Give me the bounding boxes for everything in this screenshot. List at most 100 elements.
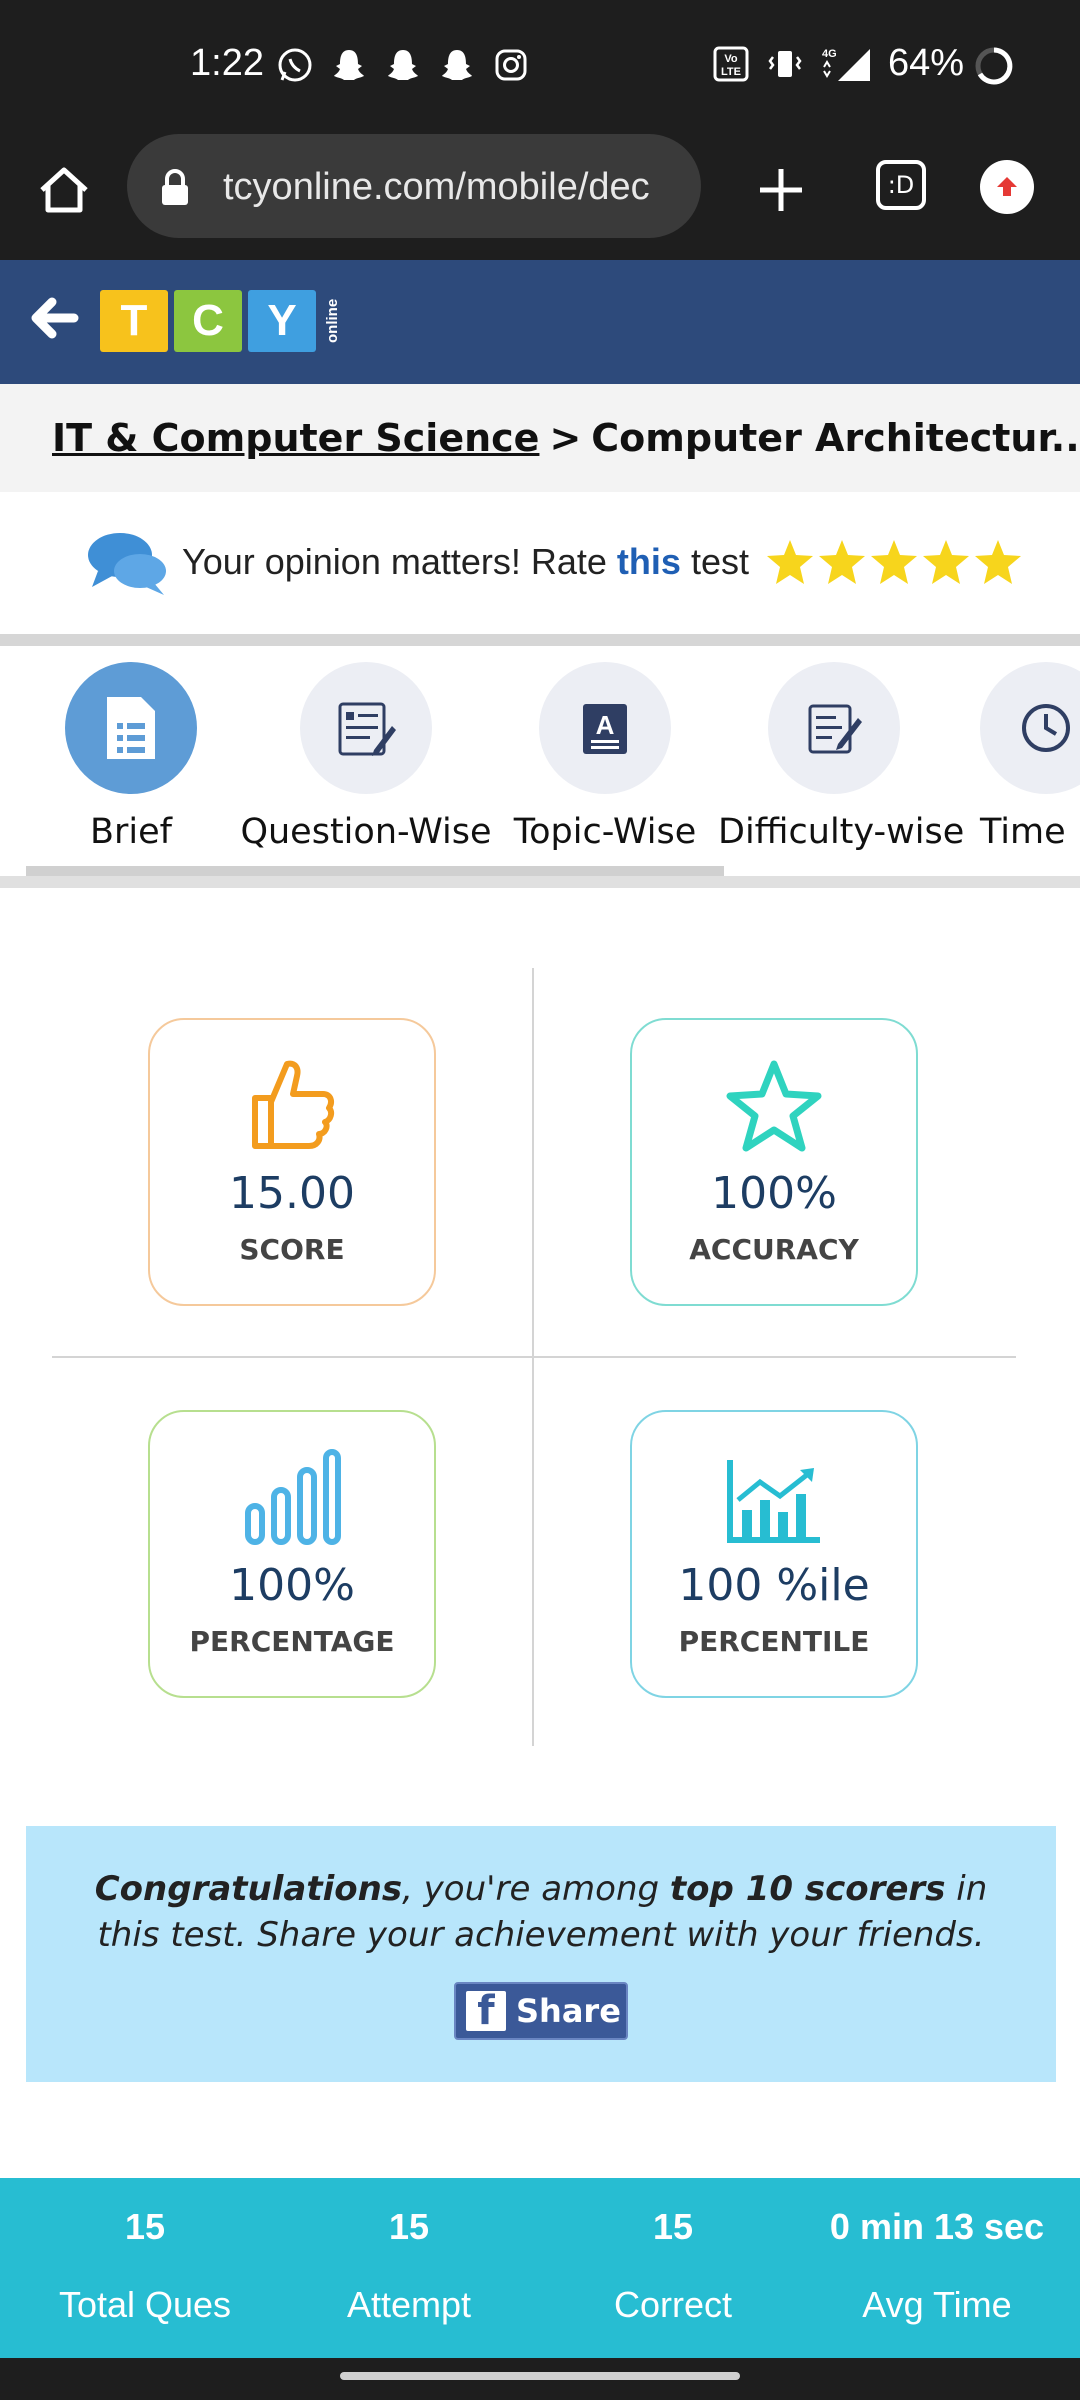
document-icon	[107, 697, 155, 759]
logo-tile-c: C	[174, 290, 242, 352]
status-bar: 1:22 Vo LTE 4G 64%	[0, 0, 1080, 130]
snapchat-icon	[383, 45, 423, 85]
correct-stat: 15 Correct	[538, 2206, 808, 2326]
growth-chart-icon	[727, 1460, 820, 1543]
tab-label: Question-Wise	[240, 812, 492, 852]
congrats-mid: , you're among	[402, 1869, 670, 1909]
tab-difficulty-wise[interactable]: Difficulty-wise	[718, 662, 965, 852]
tab-label: Brief	[90, 812, 172, 852]
breadcrumb-parent-link[interactable]: IT & Computer Science	[52, 416, 539, 460]
home-gesture-handle[interactable]	[340, 2372, 740, 2380]
tab-topic-wise-circle: A	[539, 662, 671, 794]
facebook-icon: f	[466, 1991, 506, 2031]
tab-label: Topic-Wise	[513, 812, 697, 852]
edit-doc-icon	[808, 704, 862, 754]
rating-stars[interactable]	[765, 538, 1023, 586]
thumbs-up-icon	[252, 1060, 335, 1149]
percentile-value: 100 %ile	[678, 1560, 870, 1611]
avg-time-stat: 0 min 13 sec Avg Time	[802, 2206, 1072, 2326]
checklist-icon	[338, 702, 396, 756]
system-nav-bar	[0, 2358, 1080, 2400]
breadcrumb-separator: >	[549, 416, 582, 460]
stat-number: 15	[124, 2206, 166, 2247]
logo-suffix: online	[324, 298, 341, 344]
svg-text:A: A	[596, 710, 615, 740]
stat-number: 15	[652, 2206, 694, 2247]
notification-icons	[275, 45, 531, 85]
battery-icon	[974, 46, 1014, 86]
star-icon[interactable]	[817, 538, 867, 586]
accuracy-caption: ACCURACY	[689, 1233, 859, 1266]
score-caption: SCORE	[239, 1233, 345, 1266]
grid-divider-horizontal	[52, 1356, 1016, 1358]
stat-label: Attempt	[346, 2284, 472, 2325]
address-bar[interactable]: tcyonline.com/mobile/dec	[127, 134, 701, 238]
tab-topic-wise[interactable]: A Topic-Wise	[510, 662, 700, 852]
facebook-share-button[interactable]: f Share	[454, 1982, 628, 2040]
tab-time-circle	[980, 662, 1080, 794]
back-arrow-icon[interactable]	[26, 290, 82, 346]
percentage-card: 100% PERCENTAGE	[148, 1410, 436, 1698]
chat-bubbles-icon	[84, 527, 170, 597]
tab-scrollbar[interactable]	[26, 866, 724, 876]
percentage-value: 100%	[229, 1560, 355, 1611]
tab-switcher-button[interactable]: :D	[876, 160, 926, 210]
share-label: Share	[516, 1992, 621, 2030]
percentile-card: 100 %ile PERCENTILE	[630, 1410, 918, 1698]
logo-tile-t: T	[100, 290, 168, 352]
stat-number: 0 min 13 sec	[829, 2206, 1045, 2247]
total-questions-stat: 15 Total Ques	[10, 2206, 280, 2326]
browser-menu-button[interactable]	[980, 160, 1034, 214]
browser-toolbar: tcyonline.com/mobile/dec :D	[0, 130, 1080, 260]
score-card: 15.00 SCORE	[148, 1018, 436, 1306]
svg-text:LTE: LTE	[721, 66, 741, 78]
system-icons: Vo LTE 4G	[712, 45, 872, 83]
whatsapp-icon	[275, 45, 315, 85]
star-icon[interactable]	[765, 538, 815, 586]
stat-label: Avg Time	[862, 2284, 1012, 2325]
accuracy-value: 100%	[711, 1168, 837, 1219]
snapchat-icon	[329, 45, 369, 85]
url-text: tcyonline.com/mobile/dec	[223, 166, 650, 208]
svg-text:Vo: Vo	[724, 53, 738, 65]
stat-label: Total Ques	[58, 2284, 232, 2325]
instagram-icon	[491, 45, 531, 85]
bar-chart-icon	[245, 1449, 341, 1545]
signal-4g-icon: 4G	[820, 45, 872, 83]
congrats-highlight: top 10 scorers	[669, 1869, 946, 1909]
stat-number: 15	[388, 2206, 430, 2247]
tab-brief[interactable]: Brief	[64, 662, 198, 852]
star-outline-icon	[726, 1060, 822, 1152]
congrats-lead: Congratulations	[94, 1869, 403, 1909]
section-divider	[0, 634, 1080, 646]
home-icon[interactable]	[34, 160, 94, 220]
svg-text:4G: 4G	[822, 48, 837, 60]
clock-icon	[1022, 704, 1070, 752]
tab-label: Time	[980, 812, 1066, 852]
congrats-banner: Congratulations, you're among top 10 sco…	[26, 1826, 1056, 2082]
tcy-logo[interactable]: T C Y online	[100, 290, 341, 352]
opinion-text: Your opinion matters! Rate	[182, 541, 607, 582]
accuracy-card: 100% ACCURACY	[630, 1018, 918, 1306]
tab-question-wise-circle	[300, 662, 432, 794]
tab-brief-circle	[65, 662, 197, 794]
star-icon[interactable]	[973, 538, 1023, 586]
tab-label: Difficulty-wise	[718, 812, 965, 852]
percentile-caption: PERCENTILE	[678, 1625, 870, 1658]
vibrate-icon	[766, 45, 804, 83]
star-icon[interactable]	[921, 538, 971, 586]
score-value: 15.00	[229, 1168, 355, 1219]
section-divider	[0, 876, 1080, 888]
rate-test-banner: Your opinion matters! Rate this test	[0, 492, 1080, 632]
tab-question-wise[interactable]: Question-Wise	[236, 662, 496, 852]
tab-time[interactable]: Time	[980, 662, 1080, 852]
battery-percent: 64%	[888, 42, 965, 84]
rate-this-link[interactable]: this	[617, 541, 681, 583]
new-tab-icon[interactable]	[754, 163, 808, 217]
volte-icon: Vo LTE	[712, 45, 750, 83]
tab-difficulty-wise-circle	[768, 662, 900, 794]
snapchat-icon	[437, 45, 477, 85]
status-time: 1:22	[190, 42, 264, 84]
star-icon[interactable]	[869, 538, 919, 586]
lock-icon	[159, 168, 191, 208]
